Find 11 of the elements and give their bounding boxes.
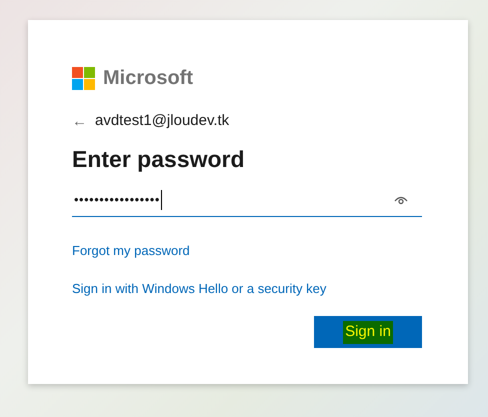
back-button[interactable]: ← — [72, 114, 87, 129]
password-field[interactable]: ••••••••••••••••• — [72, 183, 422, 218]
logo-wordmark: Microsoft — [103, 68, 193, 88]
forgot-password-link[interactable]: Forgot my password — [72, 241, 190, 261]
eye-icon[interactable] — [394, 194, 408, 205]
logo-icon — [72, 66, 95, 90]
password-value: ••••••••••••••••• — [74, 191, 160, 209]
account-email: avdtest1@jloudev.tk — [95, 111, 230, 131]
sign-in-button[interactable]: Sign in — [314, 316, 422, 348]
windows-hello-link[interactable]: Sign in with Windows Hello or a security key — [72, 278, 326, 298]
page-title: Enter password — [72, 144, 246, 174]
